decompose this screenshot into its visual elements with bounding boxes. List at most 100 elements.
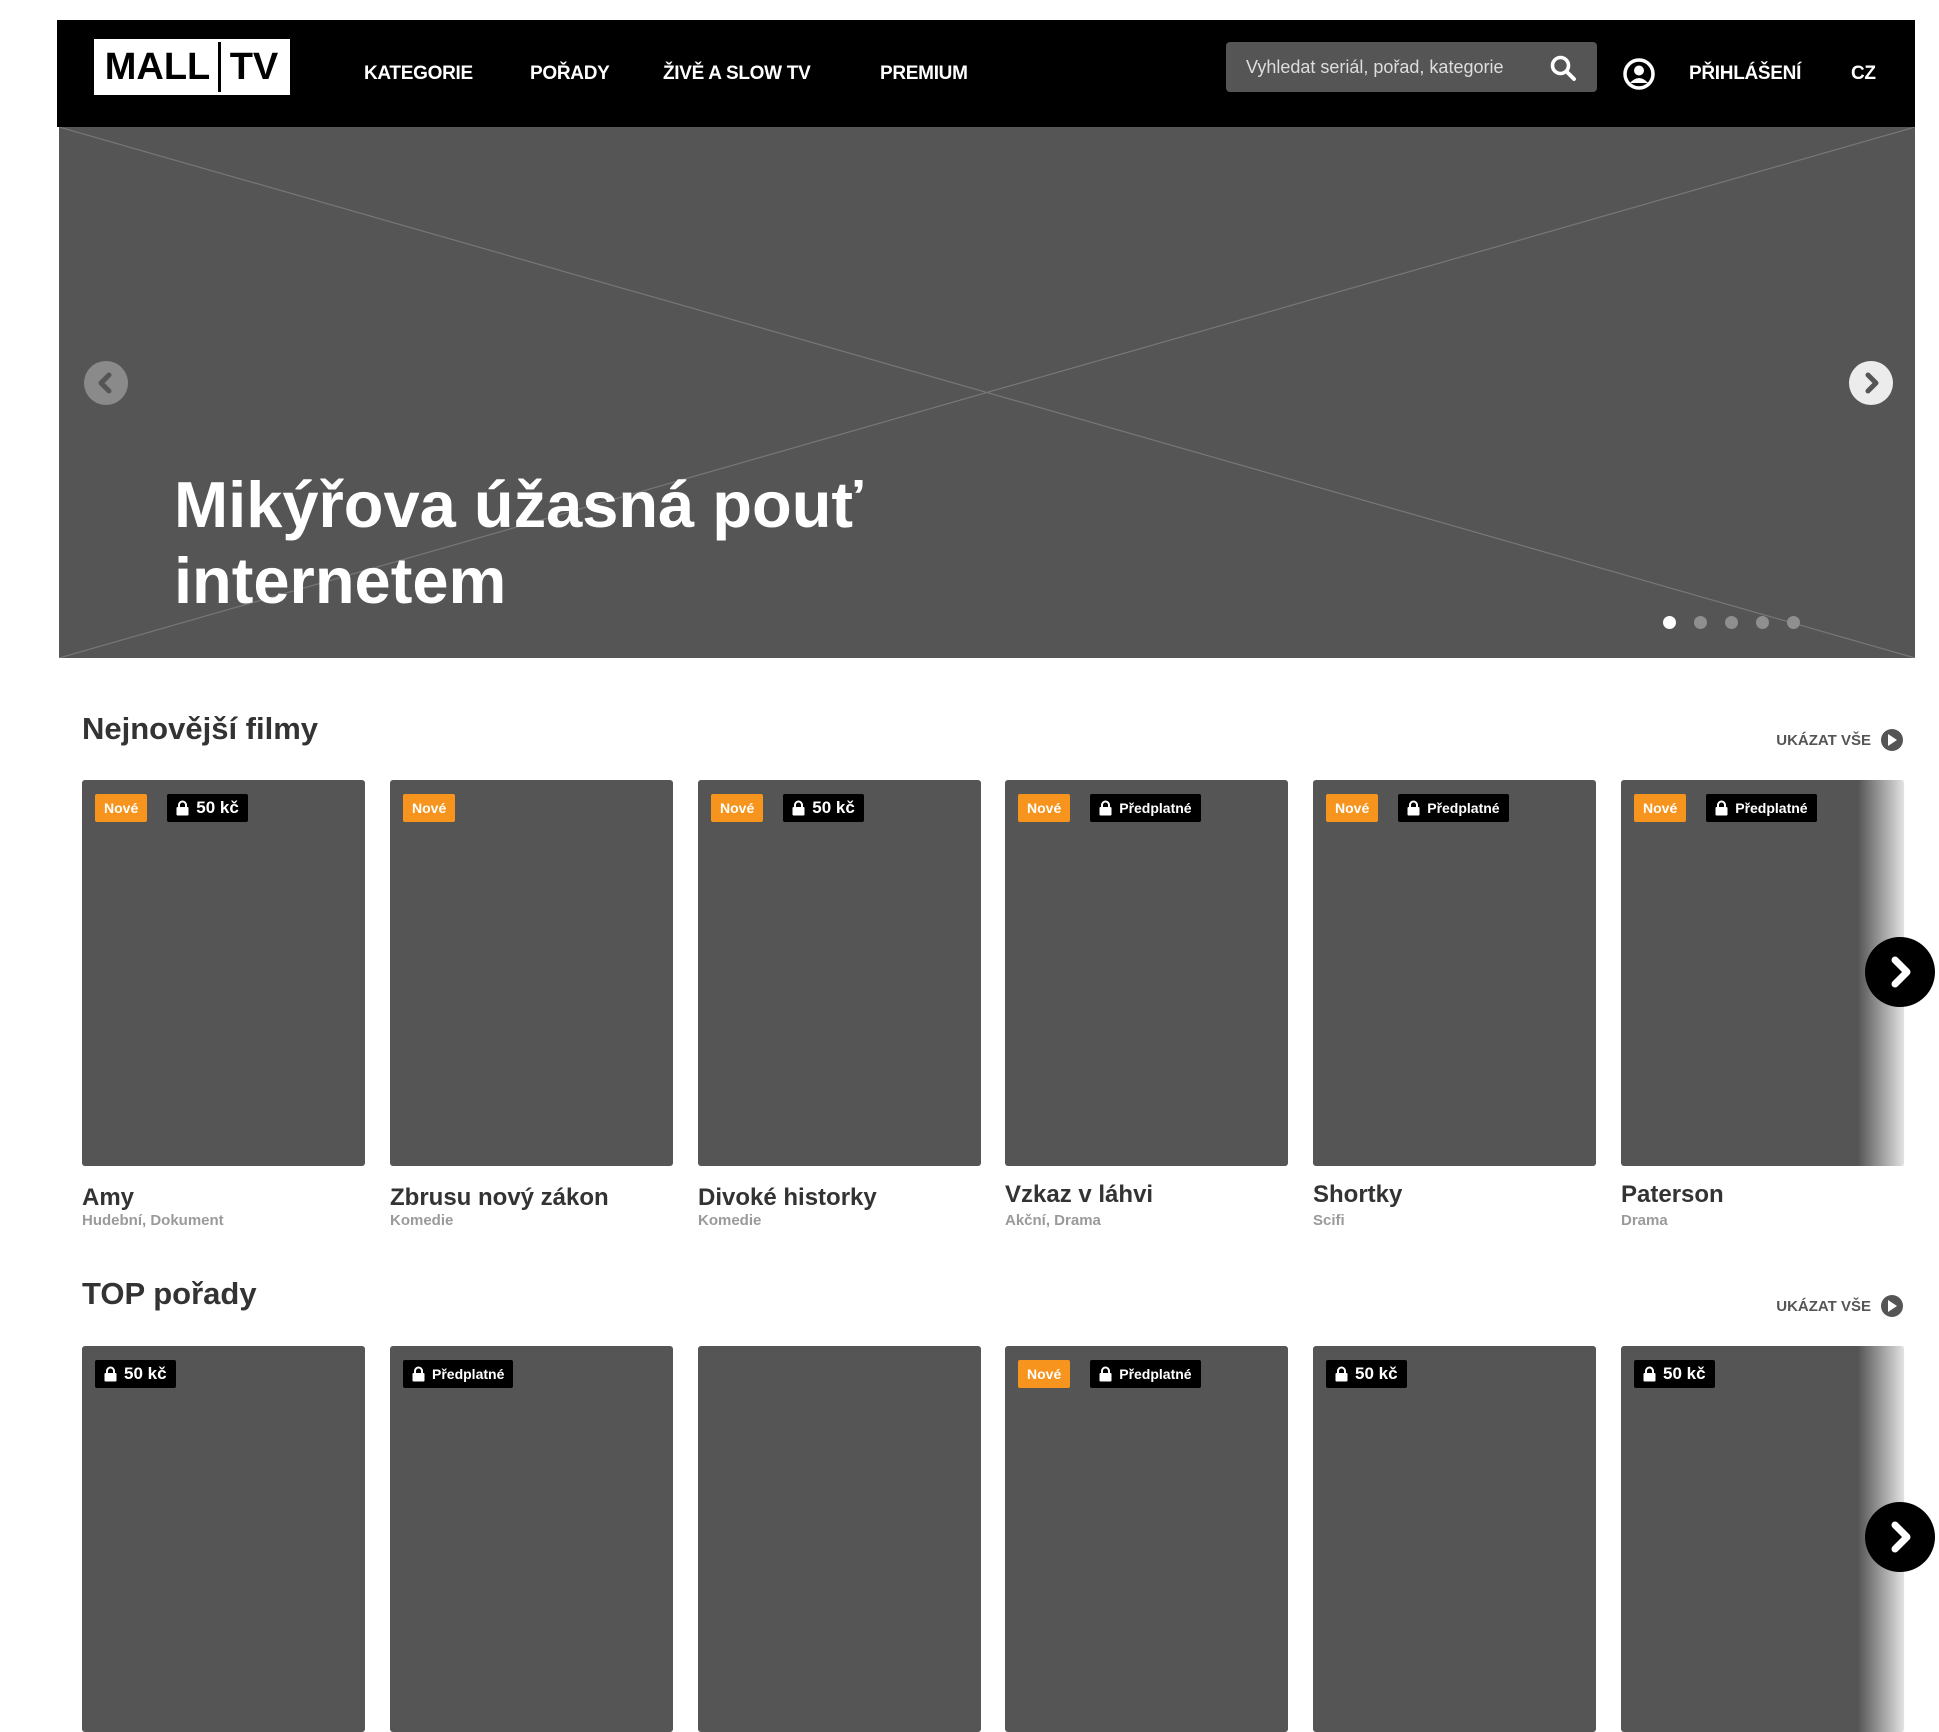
carousel-dot[interactable] bbox=[1663, 616, 1676, 629]
search-box bbox=[1226, 42, 1597, 92]
top-navigation-bar: MALL TV KATEGORIE POŘADY ŽIVĚ A SLOW TV … bbox=[57, 20, 1915, 127]
price-badge: 50 kč bbox=[783, 794, 864, 822]
lock-icon bbox=[176, 800, 189, 816]
price-label: Předplatné bbox=[1735, 800, 1808, 816]
price-label: Předplatné bbox=[1427, 800, 1500, 816]
lock-icon bbox=[1335, 1366, 1348, 1382]
chevron-left-icon bbox=[98, 372, 112, 394]
card-badges: Nové Předplatné bbox=[1018, 1360, 1201, 1388]
card-badges: Nové 50 kč bbox=[95, 794, 248, 822]
movie-card[interactable]: Nové bbox=[390, 780, 673, 1166]
card-badges: Nové bbox=[403, 794, 456, 822]
lock-icon bbox=[1643, 1366, 1656, 1382]
lock-icon bbox=[412, 1366, 425, 1382]
hero-prev-button[interactable] bbox=[84, 361, 128, 405]
show-card[interactable]: 50 kč bbox=[1313, 1346, 1596, 1732]
movie-genre: Komedie bbox=[698, 1212, 762, 1229]
hero-title[interactable]: Mikýřova úžasná pouť internetem bbox=[174, 467, 874, 619]
lock-icon bbox=[1715, 800, 1728, 816]
price-label: 50 kč bbox=[1663, 1364, 1706, 1383]
logo-text-mall: MALL bbox=[104, 45, 211, 88]
new-badge: Nové bbox=[1326, 794, 1379, 822]
card-badges: Nové 50 kč bbox=[711, 794, 864, 822]
card-badges: 50 kč bbox=[1634, 1360, 1715, 1388]
show-card[interactable]: Předplatné bbox=[390, 1346, 673, 1732]
show-all-link[interactable]: UKÁZAT VŠE bbox=[1776, 1295, 1903, 1317]
lock-icon bbox=[1407, 800, 1420, 816]
card-badges: 50 kč bbox=[1326, 1360, 1407, 1388]
show-all-label: UKÁZAT VŠE bbox=[1776, 1297, 1871, 1315]
price-badge: 50 kč bbox=[167, 794, 248, 822]
new-badge: Nové bbox=[95, 794, 148, 822]
movie-title[interactable]: Zbrusu nový zákon bbox=[390, 1184, 609, 1212]
carousel-dot[interactable] bbox=[1725, 616, 1738, 629]
section-title-top-shows: TOP pořady bbox=[82, 1276, 257, 1311]
search-icon[interactable] bbox=[1549, 54, 1577, 82]
show-card[interactable]: 50 kč bbox=[82, 1346, 365, 1732]
chevron-right-icon bbox=[1865, 372, 1879, 394]
movie-card[interactable]: Nové 50 kč bbox=[82, 780, 365, 1166]
chevron-right-icon bbox=[1891, 1521, 1911, 1553]
login-link[interactable]: PŘIHLÁŠENÍ bbox=[1689, 20, 1801, 127]
price-badge: 50 kč bbox=[1326, 1360, 1407, 1388]
show-all-label: UKÁZAT VŠE bbox=[1776, 731, 1871, 749]
movie-card[interactable]: Nové Předplatné bbox=[1005, 780, 1288, 1166]
card-badges: Nové Předplatné bbox=[1018, 794, 1201, 822]
subscription-badge: Předplatné bbox=[1090, 1360, 1201, 1388]
carousel-dot[interactable] bbox=[1756, 616, 1769, 629]
price-label: 50 kč bbox=[1355, 1364, 1398, 1383]
movie-genre: Scifi bbox=[1313, 1212, 1345, 1229]
card-badges: Nové Předplatné bbox=[1634, 794, 1817, 822]
mall-tv-logo[interactable]: MALL TV bbox=[94, 39, 290, 95]
hero-next-button[interactable] bbox=[1849, 361, 1893, 405]
movie-title[interactable]: Amy bbox=[82, 1184, 134, 1212]
row-next-button[interactable] bbox=[1865, 1502, 1935, 1572]
price-label: Předplatné bbox=[1119, 1366, 1192, 1382]
new-badge: Nové bbox=[1018, 1360, 1071, 1388]
new-badge: Nové bbox=[711, 794, 764, 822]
movie-genre: Drama bbox=[1621, 1212, 1668, 1229]
movie-title[interactable]: Paterson bbox=[1621, 1181, 1724, 1209]
movie-genre: Akční, Drama bbox=[1005, 1212, 1101, 1229]
subscription-badge: Předplatné bbox=[1706, 794, 1817, 822]
show-all-link[interactable]: UKÁZAT VŠE bbox=[1776, 729, 1903, 751]
nav-item-premium[interactable]: PREMIUM bbox=[880, 20, 968, 127]
price-label: 50 kč bbox=[196, 798, 239, 817]
carousel-dot[interactable] bbox=[1694, 616, 1707, 629]
movie-title[interactable]: Shortky bbox=[1313, 1181, 1402, 1209]
row-next-button[interactable] bbox=[1865, 937, 1935, 1007]
movie-card[interactable]: Nové Předplatné bbox=[1313, 780, 1596, 1166]
logo-text-tv: TV bbox=[229, 45, 279, 88]
carousel-pagination bbox=[1663, 616, 1800, 629]
hero-carousel[interactable]: Mikýřova úžasná pouť internetem bbox=[59, 127, 1915, 658]
nav-item-kategorie[interactable]: KATEGORIE bbox=[364, 20, 473, 127]
show-card[interactable] bbox=[698, 1346, 981, 1732]
movie-title[interactable]: Vzkaz v láhvi bbox=[1005, 1181, 1153, 1209]
carousel-dot[interactable] bbox=[1787, 616, 1800, 629]
subscription-badge: Předplatné bbox=[403, 1360, 514, 1388]
nav-item-porady[interactable]: POŘADY bbox=[530, 20, 610, 127]
price-badge: 50 kč bbox=[95, 1360, 176, 1388]
card-badges: Nové Předplatné bbox=[1326, 794, 1509, 822]
movie-title[interactable]: Divoké historky bbox=[698, 1184, 877, 1212]
play-circle-icon bbox=[1881, 729, 1903, 751]
subscription-badge: Předplatné bbox=[1090, 794, 1201, 822]
subscription-badge: Předplatné bbox=[1398, 794, 1509, 822]
nav-item-zive-a-slow-tv[interactable]: ŽIVĚ A SLOW TV bbox=[663, 20, 811, 127]
new-badge: Nové bbox=[1634, 794, 1687, 822]
price-label: 50 kč bbox=[124, 1364, 167, 1383]
lock-icon bbox=[104, 1366, 117, 1382]
user-icon[interactable] bbox=[1623, 58, 1655, 90]
show-card[interactable]: Nové Předplatné bbox=[1005, 1346, 1288, 1732]
lock-icon bbox=[1099, 1366, 1112, 1382]
card-badges: Předplatné bbox=[403, 1360, 514, 1388]
card-badges: 50 kč bbox=[95, 1360, 176, 1388]
price-badge: 50 kč bbox=[1634, 1360, 1715, 1388]
movie-card[interactable]: Nové 50 kč bbox=[698, 780, 981, 1166]
movie-genre: Komedie bbox=[390, 1212, 454, 1229]
price-label: Předplatné bbox=[432, 1366, 505, 1382]
new-badge: Nové bbox=[1018, 794, 1071, 822]
movie-genre: Hudební, Dokument bbox=[82, 1212, 224, 1229]
search-input[interactable] bbox=[1246, 56, 1546, 78]
language-switch[interactable]: CZ bbox=[1851, 20, 1876, 127]
